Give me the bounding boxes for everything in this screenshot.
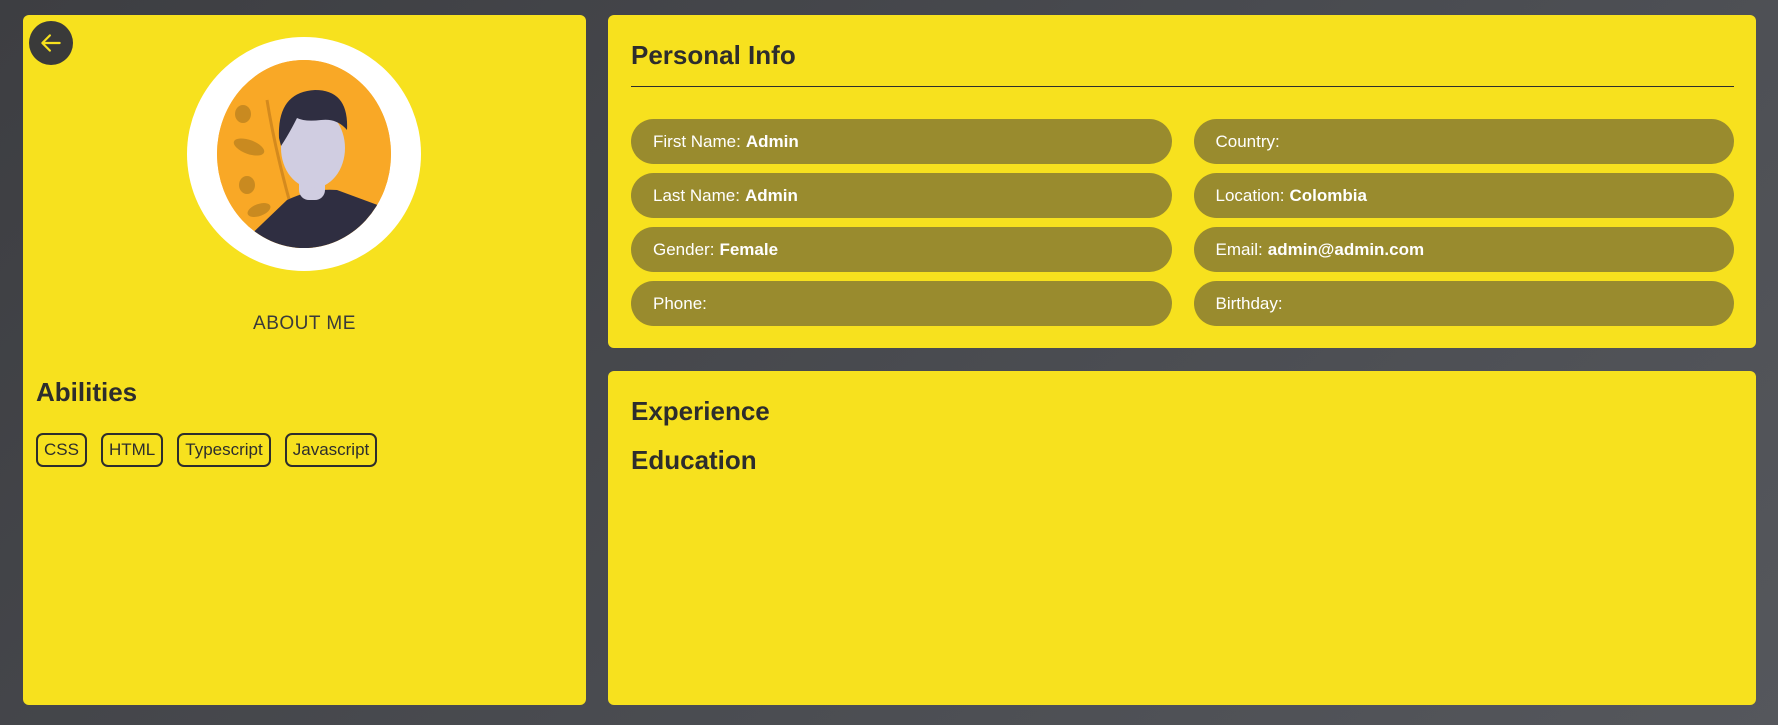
avatar [187, 37, 421, 271]
about-me-label: ABOUT ME [253, 313, 356, 334]
field-label: Birthday: [1215, 293, 1283, 313]
education-title: Education [631, 445, 757, 475]
personal-info-title: Personal Info [631, 40, 796, 70]
field-label: Location: [1215, 185, 1285, 205]
field-label: Last Name: [653, 185, 740, 205]
ability-tag: HTML [100, 433, 164, 467]
field-label: Country: [1215, 131, 1280, 151]
field-last-name: Last Name: Admin [631, 173, 1172, 218]
ability-tag: Javascript [284, 433, 378, 467]
arrow-left-icon [41, 34, 61, 52]
field-gender: Gender: Female [631, 227, 1172, 272]
field-country: Country: [1193, 119, 1734, 164]
field-birthday: Birthday: [1193, 281, 1734, 326]
ability-tag: CSS [36, 433, 87, 467]
field-label: Phone: [653, 293, 707, 313]
field-value: Colombia [1289, 185, 1367, 205]
abilities-list: CSS HTML Typescript Javascript [36, 433, 378, 467]
experience-education-card: Experience Education [608, 371, 1756, 705]
field-email: Email: admin@admin.com [1193, 227, 1734, 272]
field-first-name: First Name: Admin [631, 119, 1172, 164]
back-button[interactable] [29, 21, 73, 65]
field-label: Email: [1215, 239, 1263, 259]
experience-title: Experience [631, 396, 770, 426]
field-label: Gender: [653, 239, 715, 259]
divider [631, 86, 1734, 87]
abilities-title: Abilities [36, 377, 138, 407]
field-phone: Phone: [631, 281, 1172, 326]
field-value: Admin [744, 185, 798, 205]
user-avatar-illustration [217, 60, 391, 248]
field-value: Admin [745, 131, 799, 151]
field-value: admin@admin.com [1267, 239, 1425, 259]
field-value: Female [719, 239, 779, 259]
personal-info-fields: First Name: Admin Country: Last Name: Ad… [631, 119, 1734, 326]
personal-info-card: Personal Info First Name: Admin Country:… [608, 15, 1756, 348]
ability-tag: Typescript [177, 433, 271, 467]
field-label: First Name: [653, 131, 741, 151]
field-location: Location: Colombia [1193, 173, 1734, 218]
profile-card: ABOUT ME Abilities CSS HTML Typescript J… [23, 15, 586, 705]
